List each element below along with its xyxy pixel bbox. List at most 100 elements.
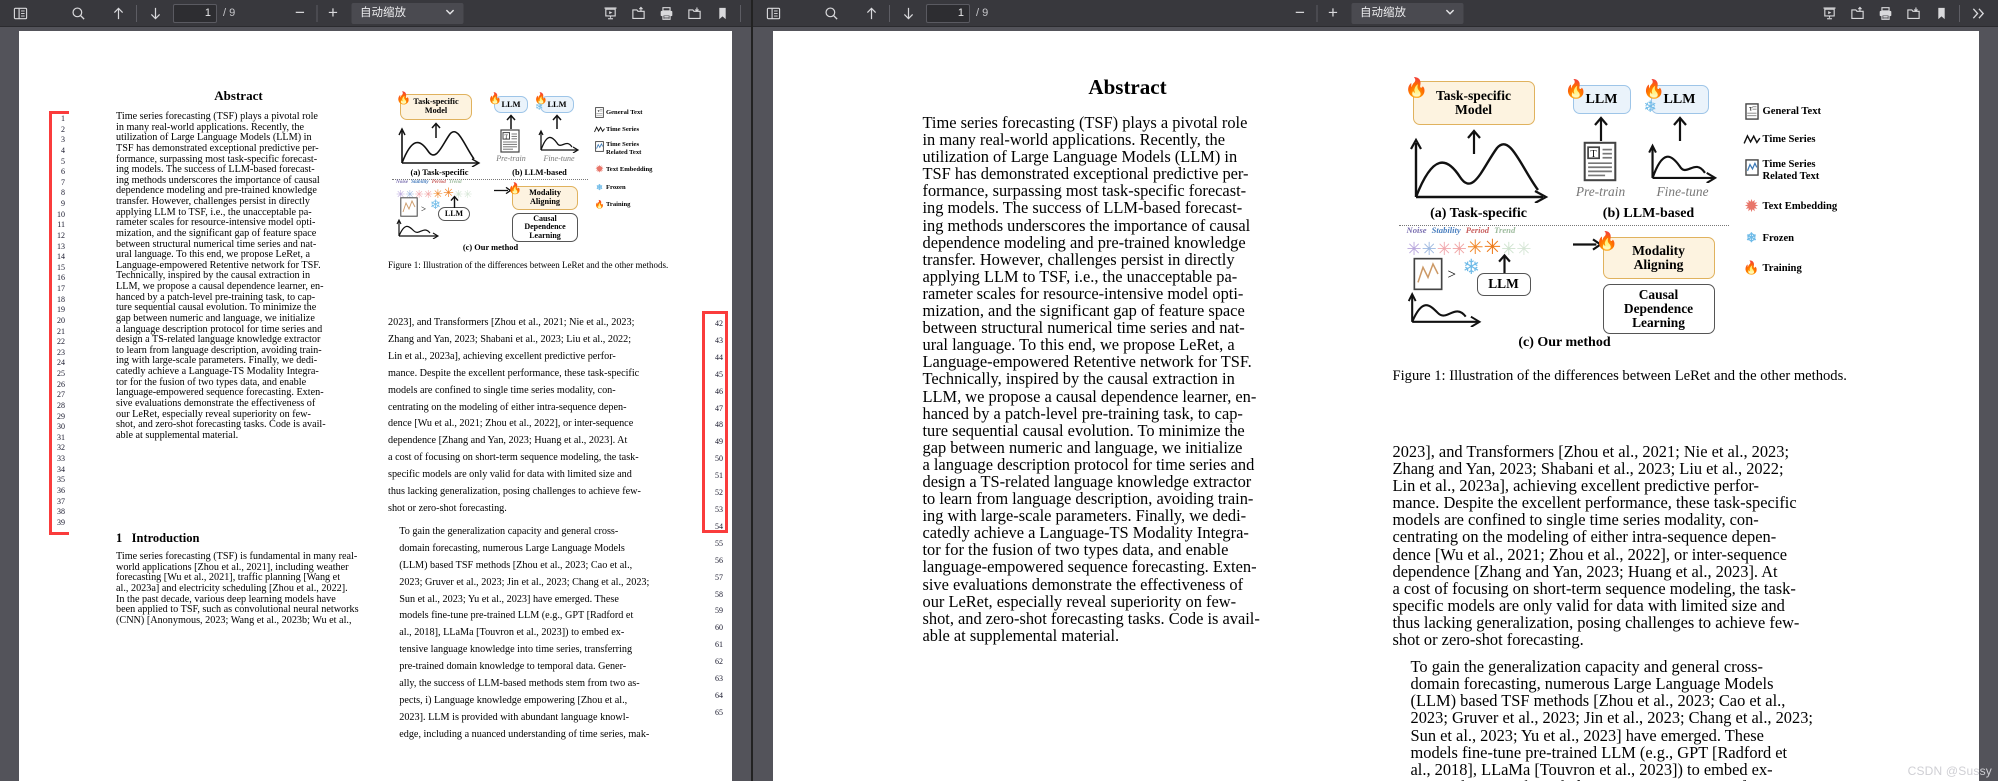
- text-line: able at supplemental material.: [116, 429, 239, 441]
- line-number: 57: [715, 572, 723, 582]
- line-number: 39: [57, 517, 65, 527]
- introduction-number: 1: [116, 531, 123, 545]
- left-document-viewport[interactable]: 1 2 3 4 5 6 7 8 9 10 11 12 13 14 15 16 17 18 19 20 21 22 23 24 2…: [0, 27, 751, 781]
- star-label-period: Period: [431, 179, 446, 185]
- panel-a-up-arrow-icon: [431, 122, 441, 138]
- line-number: 22: [57, 337, 65, 347]
- line-number: 23: [57, 347, 65, 357]
- text-line: dependence [Zhang and Yan, 2023; Huang e…: [388, 435, 628, 447]
- line-number: 42: [715, 319, 723, 328]
- text-line: ural language. To this end, we propose L…: [922, 335, 1235, 355]
- text-line: our LeRet, especially reveal superiority…: [922, 591, 1237, 611]
- star-label-stability: Stability: [1431, 225, 1461, 235]
- abstract-body: Time series forecasting (TSF) plays a pi…: [923, 114, 1333, 644]
- zoom-select[interactable]: 自动缩放: [351, 2, 463, 24]
- bookmark-icon[interactable]: [709, 2, 735, 25]
- line-number: 15: [57, 262, 65, 272]
- text-line: (LLM) based TSF methods [Zhou et al., 20…: [1410, 691, 1786, 711]
- legend-label: Time Series Related Text: [1762, 159, 1820, 183]
- line-number: 3: [61, 135, 65, 145]
- abstract-heading: Abstract: [1088, 75, 1167, 99]
- line-number: 47: [715, 403, 723, 413]
- legend-label: Frozen: [1762, 232, 1795, 244]
- text-line: 2023], and Transformers [Zhou et al., 20…: [388, 317, 635, 328]
- flame-icon: 🔥: [508, 183, 522, 195]
- text-line: al., 2023a] and electricity scheduling […: [116, 582, 348, 594]
- zoom-out-button[interactable]: −: [288, 3, 312, 23]
- line-number: 35: [57, 475, 65, 485]
- text-line: between structural numerical time series…: [922, 318, 1245, 338]
- print-icon[interactable]: [653, 2, 679, 25]
- sidebar-toggle-icon[interactable]: [760, 2, 786, 25]
- left-pdf-page: 1 2 3 4 5 6 7 8 9 10 11 12 13 14 15 16 17 18 19 20 21 22 23 24 2…: [19, 31, 732, 781]
- pretrain-sublabel: Pre-train: [1575, 184, 1626, 199]
- line-number: 19: [57, 305, 65, 315]
- time-series-icon: [593, 126, 606, 133]
- abstract-heading: Abstract: [214, 88, 263, 103]
- text-line: Time series forecasting (TSF) plays a pi…: [922, 113, 1248, 132]
- text-line: dence [Wu et al., 2021; Zhou et al., 202…: [388, 418, 634, 430]
- abstract-block: Abstract Time series forecasting (TSF) p…: [923, 75, 1333, 644]
- flame-icon: 🔥: [1564, 79, 1587, 99]
- save-icon[interactable]: [681, 2, 707, 25]
- open-file-icon[interactable]: [625, 2, 651, 25]
- print-icon[interactable]: [1872, 2, 1898, 25]
- sidebar-toggle-icon[interactable]: [7, 2, 33, 25]
- open-file-icon[interactable]: [1844, 2, 1870, 25]
- zoom-in-button[interactable]: +: [1321, 3, 1345, 23]
- text-line: formance, surpassing most task-specific …: [922, 181, 1247, 201]
- legend-item-time-series-related-text: Time Series Related Text: [1741, 159, 1911, 183]
- star-label-trend: Trend: [1494, 225, 1516, 235]
- search-icon[interactable]: [818, 2, 844, 25]
- more-tools-icon[interactable]: [1965, 2, 1991, 25]
- legend-label: Text Embedding: [606, 166, 653, 174]
- presentation-mode-icon[interactable]: [1816, 2, 1842, 25]
- right-document-viewport[interactable]: Abstract Time series forecasting (TSF) p…: [753, 27, 1998, 781]
- chevron-down-icon: [1445, 3, 1454, 24]
- right-column-body-1: 2023], and Transformers [Zhou et al., 20…: [388, 315, 693, 518]
- panel-c-up-arrow-icon: [1497, 253, 1511, 274]
- next-page-icon[interactable]: [142, 2, 168, 25]
- text-line: al., 2018], LLaMa [Touvron et al., 2023]…: [1410, 759, 1773, 779]
- text-line: To gain the generalization capacity and …: [1410, 657, 1763, 677]
- text-line: gap between numeric and language, we ini…: [116, 312, 315, 324]
- zoom-select[interactable]: 自动缩放: [1351, 2, 1463, 24]
- text-line: pre-trained domain knowledge to temporal…: [399, 661, 627, 673]
- time-series-related-text-icon: [593, 141, 606, 152]
- right-column-block: 2023], and Transformers [Zhou et al., 20…: [1393, 443, 1915, 781]
- page-number-input[interactable]: 1: [173, 3, 217, 23]
- text-line: Sun et al., 2023; Yu et al., 2023] have …: [399, 593, 619, 605]
- line-number: 25: [57, 369, 65, 378]
- line-number: 5: [61, 156, 65, 166]
- pdf-compare-app: 1 / 9 − + 自动缩放 1 2 3 4 5 6 7 8 9 10 11 1…: [0, 0, 1998, 781]
- zoom-in-button[interactable]: +: [321, 3, 345, 23]
- previous-page-icon[interactable]: [105, 2, 131, 25]
- page-total-label: / 9: [976, 7, 989, 19]
- legend-item-time-series: Time Series: [1741, 134, 1911, 145]
- figure-1: Task-specificModel 🔥 (a) Task-specific: [388, 89, 698, 252]
- text-line: domain forecasting, numerous Large Langu…: [399, 542, 625, 554]
- bookmark-icon[interactable]: [1928, 2, 1954, 25]
- text-line: (LLM) based TSF methods [Zhou et al., 20…: [399, 559, 633, 571]
- line-number: 21: [57, 326, 65, 336]
- legend-label: General Text: [1762, 106, 1822, 117]
- previous-page-icon[interactable]: [858, 2, 884, 25]
- search-icon[interactable]: [65, 2, 91, 25]
- presentation-mode-icon[interactable]: [597, 2, 623, 25]
- save-icon[interactable]: [1900, 2, 1926, 25]
- text-line: 2023; Gruver et al., 2023; Jin et al., 2…: [399, 576, 650, 588]
- flame-icon: 🔥: [488, 93, 502, 105]
- line-number: 8: [61, 188, 65, 198]
- text-line: Lin et al., 2023a], achieving excellent …: [388, 350, 616, 362]
- zoom-out-button[interactable]: −: [1288, 3, 1312, 23]
- legend-label: Training: [1762, 262, 1802, 274]
- text-line: (CNN) [Anonymous, 2023; Wang et al., 202…: [116, 614, 352, 626]
- page-number-input[interactable]: 1: [926, 3, 970, 23]
- toolbar-divider-3: [1959, 4, 1960, 22]
- legend-label: Time Series: [606, 126, 640, 133]
- line-number: 28: [57, 400, 65, 410]
- next-page-icon[interactable]: [895, 2, 921, 25]
- svg-text:T: T: [1749, 107, 1753, 113]
- abstract-block: Abstract Time series forecasting (TSF) p…: [116, 88, 361, 441]
- figure-1-caption: Figure 1: Illustration of the difference…: [388, 260, 669, 270]
